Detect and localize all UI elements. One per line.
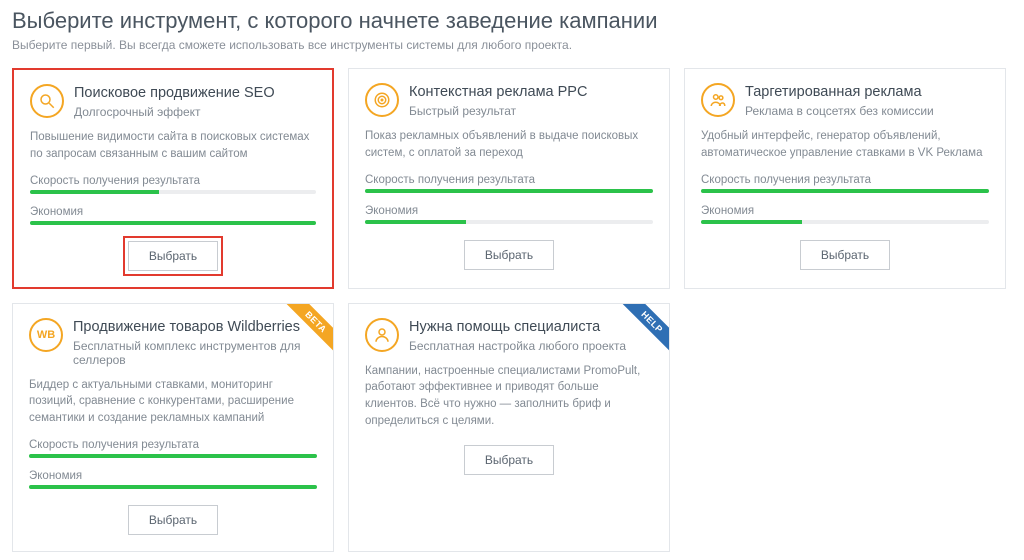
select-button[interactable]: Выбрать [128,241,218,271]
metric-economy-label: Экономия [701,205,989,217]
card-subtitle: Реклама в соцсетях без комиссии [745,104,934,118]
page-title: Выберите инструмент, с которого начнете … [12,8,1012,34]
tool-card[interactable]: Таргетированная реклама Реклама в соцсетя… [684,68,1006,289]
metric-economy-bar [365,220,653,224]
card-subtitle: Бесплатная настройка любого проекта [409,339,626,353]
card-description: Повышение видимости сайта в поисковых си… [30,129,316,163]
magnifier-icon [30,84,64,118]
page-subtitle: Выберите первый. Вы всегда сможете испол… [12,38,1012,52]
target-icon [365,83,399,117]
tool-card[interactable]: HELPНужна помощь специалистаБесплатная н… [348,303,670,552]
metric-economy-bar [30,221,316,225]
card-title: Продвижение товаров Wildberries [73,318,317,337]
card-subtitle: Бесплатный комплекс инструментов для сел… [73,339,317,367]
select-button[interactable]: Выбрать [800,240,890,270]
card-title: Поисковое продвижение SEO [74,84,275,103]
metric-speed-bar [30,190,316,194]
select-button[interactable]: Выбрать [128,505,218,535]
tool-card[interactable]: Поисковое продвижение SEO Долгосрочный эф… [12,68,334,289]
metric-economy-label: Экономия [30,206,316,218]
card-title: Таргетированная реклама [745,83,934,102]
metric-speed-bar [365,189,653,193]
metric-speed-label: Скорость получения результата [30,175,316,187]
select-button[interactable]: Выбрать [464,445,554,475]
tool-card[interactable]: Контекстная реклама PPC Быстрый результат… [348,68,670,289]
card-subtitle: Долгосрочный эффект [74,105,275,119]
card-description: Удобный интерфейс, генератор объявлений,… [701,128,989,162]
card-description: Показ рекламных объявлений в выдаче поис… [365,128,653,162]
card-subtitle: Быстрый результат [409,104,587,118]
card-title: Контекстная реклама PPC [409,83,587,102]
card-description: Кампании, настроенные специалистами Prom… [365,363,653,430]
card-title: Нужна помощь специалиста [409,318,626,337]
person-icon [365,318,399,352]
metric-speed-bar [701,189,989,193]
metric-economy-label: Экономия [29,470,317,482]
metric-economy-bar [701,220,989,224]
metric-speed-label: Скорость получения результата [29,439,317,451]
wb-icon: WB [29,318,63,352]
metric-speed-label: Скорость получения результата [701,174,989,186]
metric-economy-label: Экономия [365,205,653,217]
metric-speed-bar [29,454,317,458]
select-button[interactable]: Выбрать [464,240,554,270]
metric-economy-bar [29,485,317,489]
tool-card[interactable]: BETAWBПродвижение товаров WildberriesБес… [12,303,334,552]
cards-container: Поисковое продвижение SEO Долгосрочный эф… [12,68,1012,552]
card-description: Биддер с актуальными ставками, мониторин… [29,377,317,427]
metric-speed-label: Скорость получения результата [365,174,653,186]
people-icon [701,83,735,117]
